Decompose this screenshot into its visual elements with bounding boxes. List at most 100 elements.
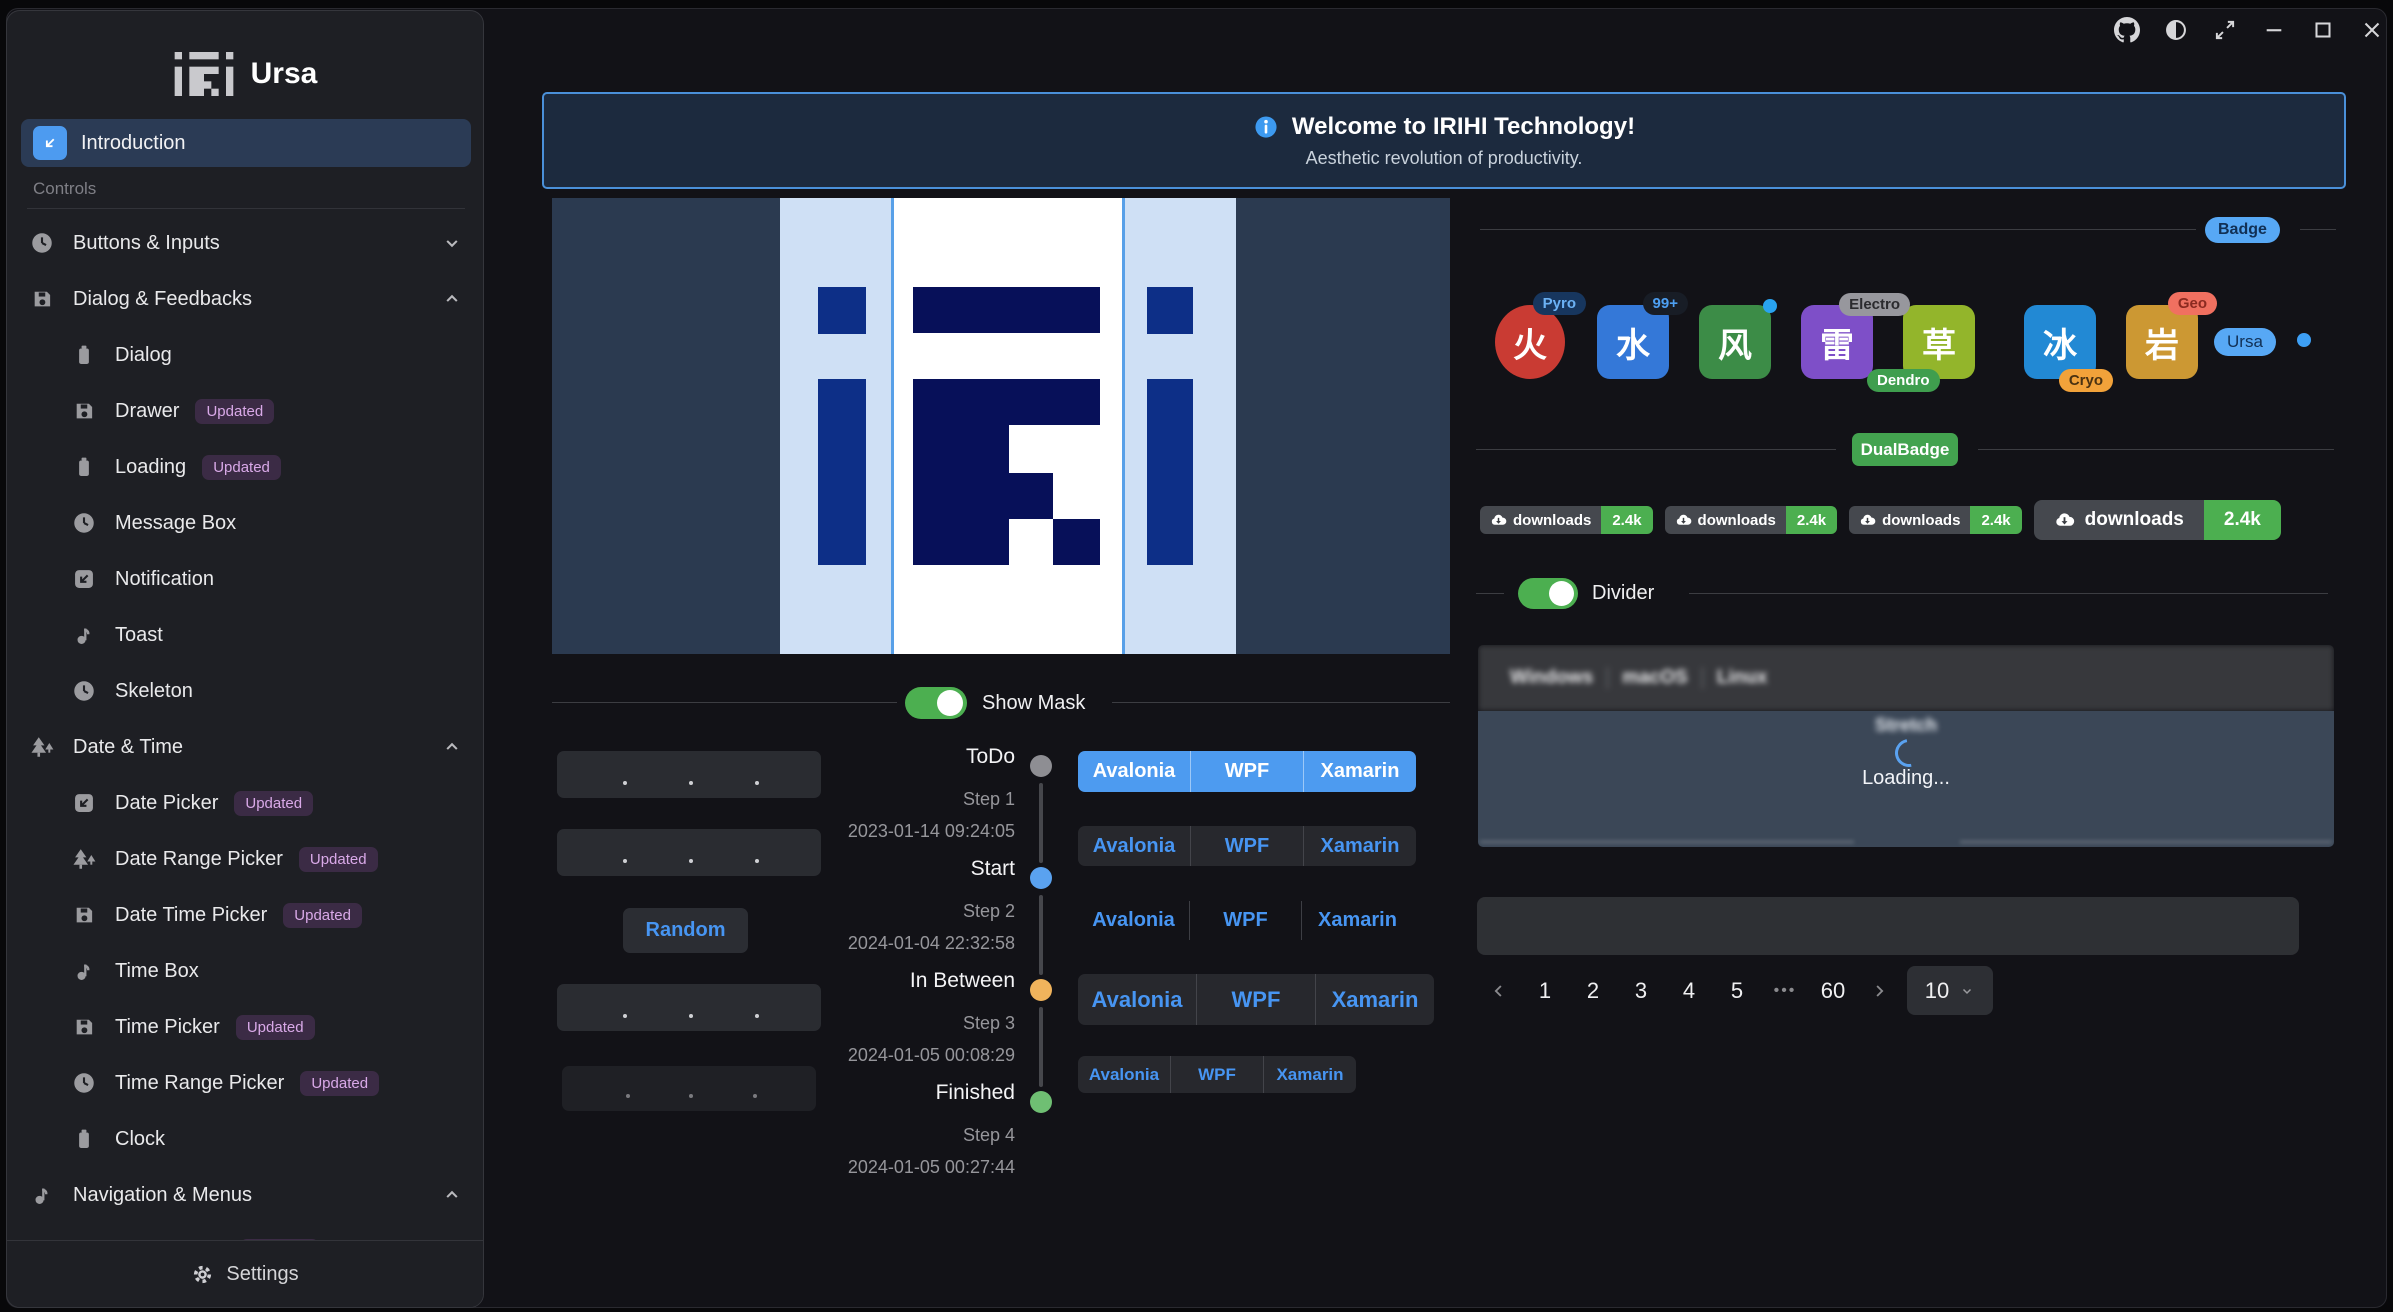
sidebar-item-label: Toast bbox=[115, 624, 163, 647]
sidebar-item-icon bbox=[71, 510, 97, 536]
sidebar-item-icon bbox=[71, 622, 97, 648]
timeline-entry: Finished Step 4 2024-01-05 00:27:44 bbox=[700, 1081, 1015, 1193]
badge-item[interactable]: 雷 Electro bbox=[1801, 305, 1873, 379]
sidebar-item[interactable]: Date Range Picker Updated bbox=[7, 831, 484, 887]
page-button[interactable]: 5 bbox=[1720, 978, 1754, 1004]
sidebar-item[interactable]: Date Picker Updated bbox=[7, 775, 484, 831]
prev-page-button[interactable] bbox=[1484, 976, 1514, 1006]
group-button[interactable]: WPF bbox=[1190, 826, 1303, 866]
titlebar bbox=[2100, 10, 2388, 50]
sidebar-nav: Buttons & Inputs Dialog & Feedbacks Dial… bbox=[7, 215, 484, 1243]
timeline-time: 2024-01-05 00:08:29 bbox=[848, 1045, 1015, 1066]
divider-line bbox=[1978, 449, 2334, 450]
sidebar-item[interactable]: Toast bbox=[7, 607, 484, 663]
tab[interactable]: Windows bbox=[1496, 667, 1607, 689]
minimize-button[interactable] bbox=[2258, 14, 2290, 46]
sidebar-item-introduction[interactable]: Introduction bbox=[21, 119, 471, 167]
sidebar-item[interactable]: Navigation & Menus bbox=[7, 1167, 484, 1223]
group-button[interactable]: WPF bbox=[1170, 1056, 1263, 1093]
sidebar-item-label: Drawer bbox=[115, 400, 179, 423]
tab[interactable]: macOS bbox=[1607, 667, 1701, 689]
sidebar-item[interactable]: Buttons & Inputs bbox=[7, 215, 484, 271]
sidebar-item[interactable]: Time Box bbox=[7, 943, 484, 999]
group-button[interactable]: Avalonia bbox=[1078, 751, 1190, 792]
updated-badge: Updated bbox=[234, 791, 313, 816]
sidebar-item-label: Date Picker bbox=[115, 792, 218, 815]
sidebar-item[interactable]: Loading Updated bbox=[7, 439, 484, 495]
sidebar-item[interactable]: Dialog bbox=[7, 327, 484, 383]
page-button[interactable]: ••• bbox=[1768, 982, 1802, 1000]
blurred-divider bbox=[1480, 841, 1854, 843]
text-input[interactable] bbox=[1477, 897, 2299, 955]
group-button[interactable]: Xamarin bbox=[1315, 974, 1434, 1025]
chevron-icon[interactable] bbox=[441, 288, 463, 310]
group-button[interactable]: Xamarin bbox=[1263, 1056, 1356, 1093]
download-icon bbox=[2054, 510, 2075, 531]
sidebar-item-label: Dialog & Feedbacks bbox=[73, 288, 252, 311]
page-button[interactable]: 1 bbox=[1528, 978, 1562, 1004]
sidebar-item[interactable]: Dialog & Feedbacks bbox=[7, 271, 484, 327]
page-button[interactable]: 4 bbox=[1672, 978, 1706, 1004]
group-button[interactable]: WPF bbox=[1189, 901, 1301, 940]
github-button[interactable] bbox=[2111, 14, 2143, 46]
divider-line bbox=[552, 702, 897, 703]
sidebar-item[interactable]: Time Range Picker Updated bbox=[7, 1055, 484, 1111]
badge-item[interactable]: 火 Pyro bbox=[1495, 305, 1567, 379]
element-glyph: 水 bbox=[1616, 318, 1650, 367]
timeline-label: In Between bbox=[910, 969, 1015, 993]
page-size-select[interactable]: 10 bbox=[1907, 966, 1993, 1015]
settings-button[interactable]: Settings bbox=[7, 1240, 483, 1307]
badge-item[interactable]: 岩 Geo bbox=[2126, 305, 2198, 379]
tab[interactable]: Linux bbox=[1702, 667, 1782, 689]
show-mask-toggle[interactable] bbox=[905, 687, 967, 719]
group-button[interactable]: Xamarin bbox=[1303, 826, 1416, 866]
sidebar-item-icon bbox=[29, 734, 55, 760]
sidebar-item[interactable]: Date Time Picker Updated bbox=[7, 887, 484, 943]
group-button[interactable]: Avalonia bbox=[1078, 901, 1189, 940]
dualbadge-value: 2.4k bbox=[1601, 506, 1652, 534]
chevron-icon[interactable] bbox=[441, 736, 463, 758]
group-button[interactable]: Xamarin bbox=[1303, 751, 1416, 792]
timeline-connector bbox=[1039, 895, 1043, 975]
sidebar-item-icon bbox=[71, 846, 97, 872]
sidebar-item[interactable]: Skeleton bbox=[7, 663, 484, 719]
theme-toggle-button[interactable] bbox=[2160, 14, 2192, 46]
element-glyph: 风 bbox=[1718, 318, 1752, 367]
group-button[interactable]: Avalonia bbox=[1078, 1056, 1170, 1093]
maximize-button[interactable] bbox=[2307, 14, 2339, 46]
sidebar-item[interactable]: Time Picker Updated bbox=[7, 999, 484, 1055]
group-button[interactable]: Avalonia bbox=[1078, 826, 1190, 866]
sidebar-item[interactable]: Message Box bbox=[7, 495, 484, 551]
blurred-divider bbox=[1960, 841, 2332, 843]
divider-toggle[interactable] bbox=[1518, 578, 1578, 609]
sidebar-item[interactable]: Clock bbox=[7, 1111, 484, 1167]
timeline-step: Step 1 bbox=[963, 789, 1015, 810]
settings-label: Settings bbox=[226, 1263, 298, 1286]
sidebar-item[interactable]: Date & Time bbox=[7, 719, 484, 775]
next-page-button[interactable] bbox=[1864, 976, 1894, 1006]
chevron-icon[interactable] bbox=[441, 1184, 463, 1206]
group-button[interactable]: Xamarin bbox=[1301, 901, 1413, 940]
sidebar-item[interactable]: Drawer Updated bbox=[7, 383, 484, 439]
loading-text: Loading... bbox=[1478, 767, 2334, 790]
sidebar: Ursa Introduction Controls Buttons & Inp… bbox=[6, 10, 484, 1308]
app-logo: Ursa bbox=[7, 11, 483, 107]
badge-item[interactable]: 草 Dendro bbox=[1903, 305, 1975, 379]
page-button[interactable]: 3 bbox=[1624, 978, 1658, 1004]
timeline-dot bbox=[1030, 755, 1052, 777]
fullscreen-button[interactable] bbox=[2209, 14, 2241, 46]
badge-item[interactable]: 风 bbox=[1699, 305, 1771, 379]
dualbadge-item: downloads 2.4k bbox=[1480, 506, 1653, 534]
group-button[interactable]: Avalonia bbox=[1078, 974, 1196, 1025]
badge-item[interactable]: 冰 Cryo bbox=[2024, 305, 2096, 379]
divider-line bbox=[1480, 229, 2196, 230]
group-button[interactable]: WPF bbox=[1190, 751, 1303, 792]
close-button[interactable] bbox=[2356, 14, 2388, 46]
page-button[interactable]: 60 bbox=[1816, 978, 1850, 1004]
divider-toggle-label: Divider bbox=[1592, 582, 1654, 605]
badge-item[interactable]: 水 99+ bbox=[1597, 305, 1669, 379]
sidebar-item[interactable]: Notification bbox=[7, 551, 484, 607]
group-button[interactable]: WPF bbox=[1196, 974, 1315, 1025]
page-button[interactable]: 2 bbox=[1576, 978, 1610, 1004]
chevron-icon[interactable] bbox=[441, 232, 463, 254]
